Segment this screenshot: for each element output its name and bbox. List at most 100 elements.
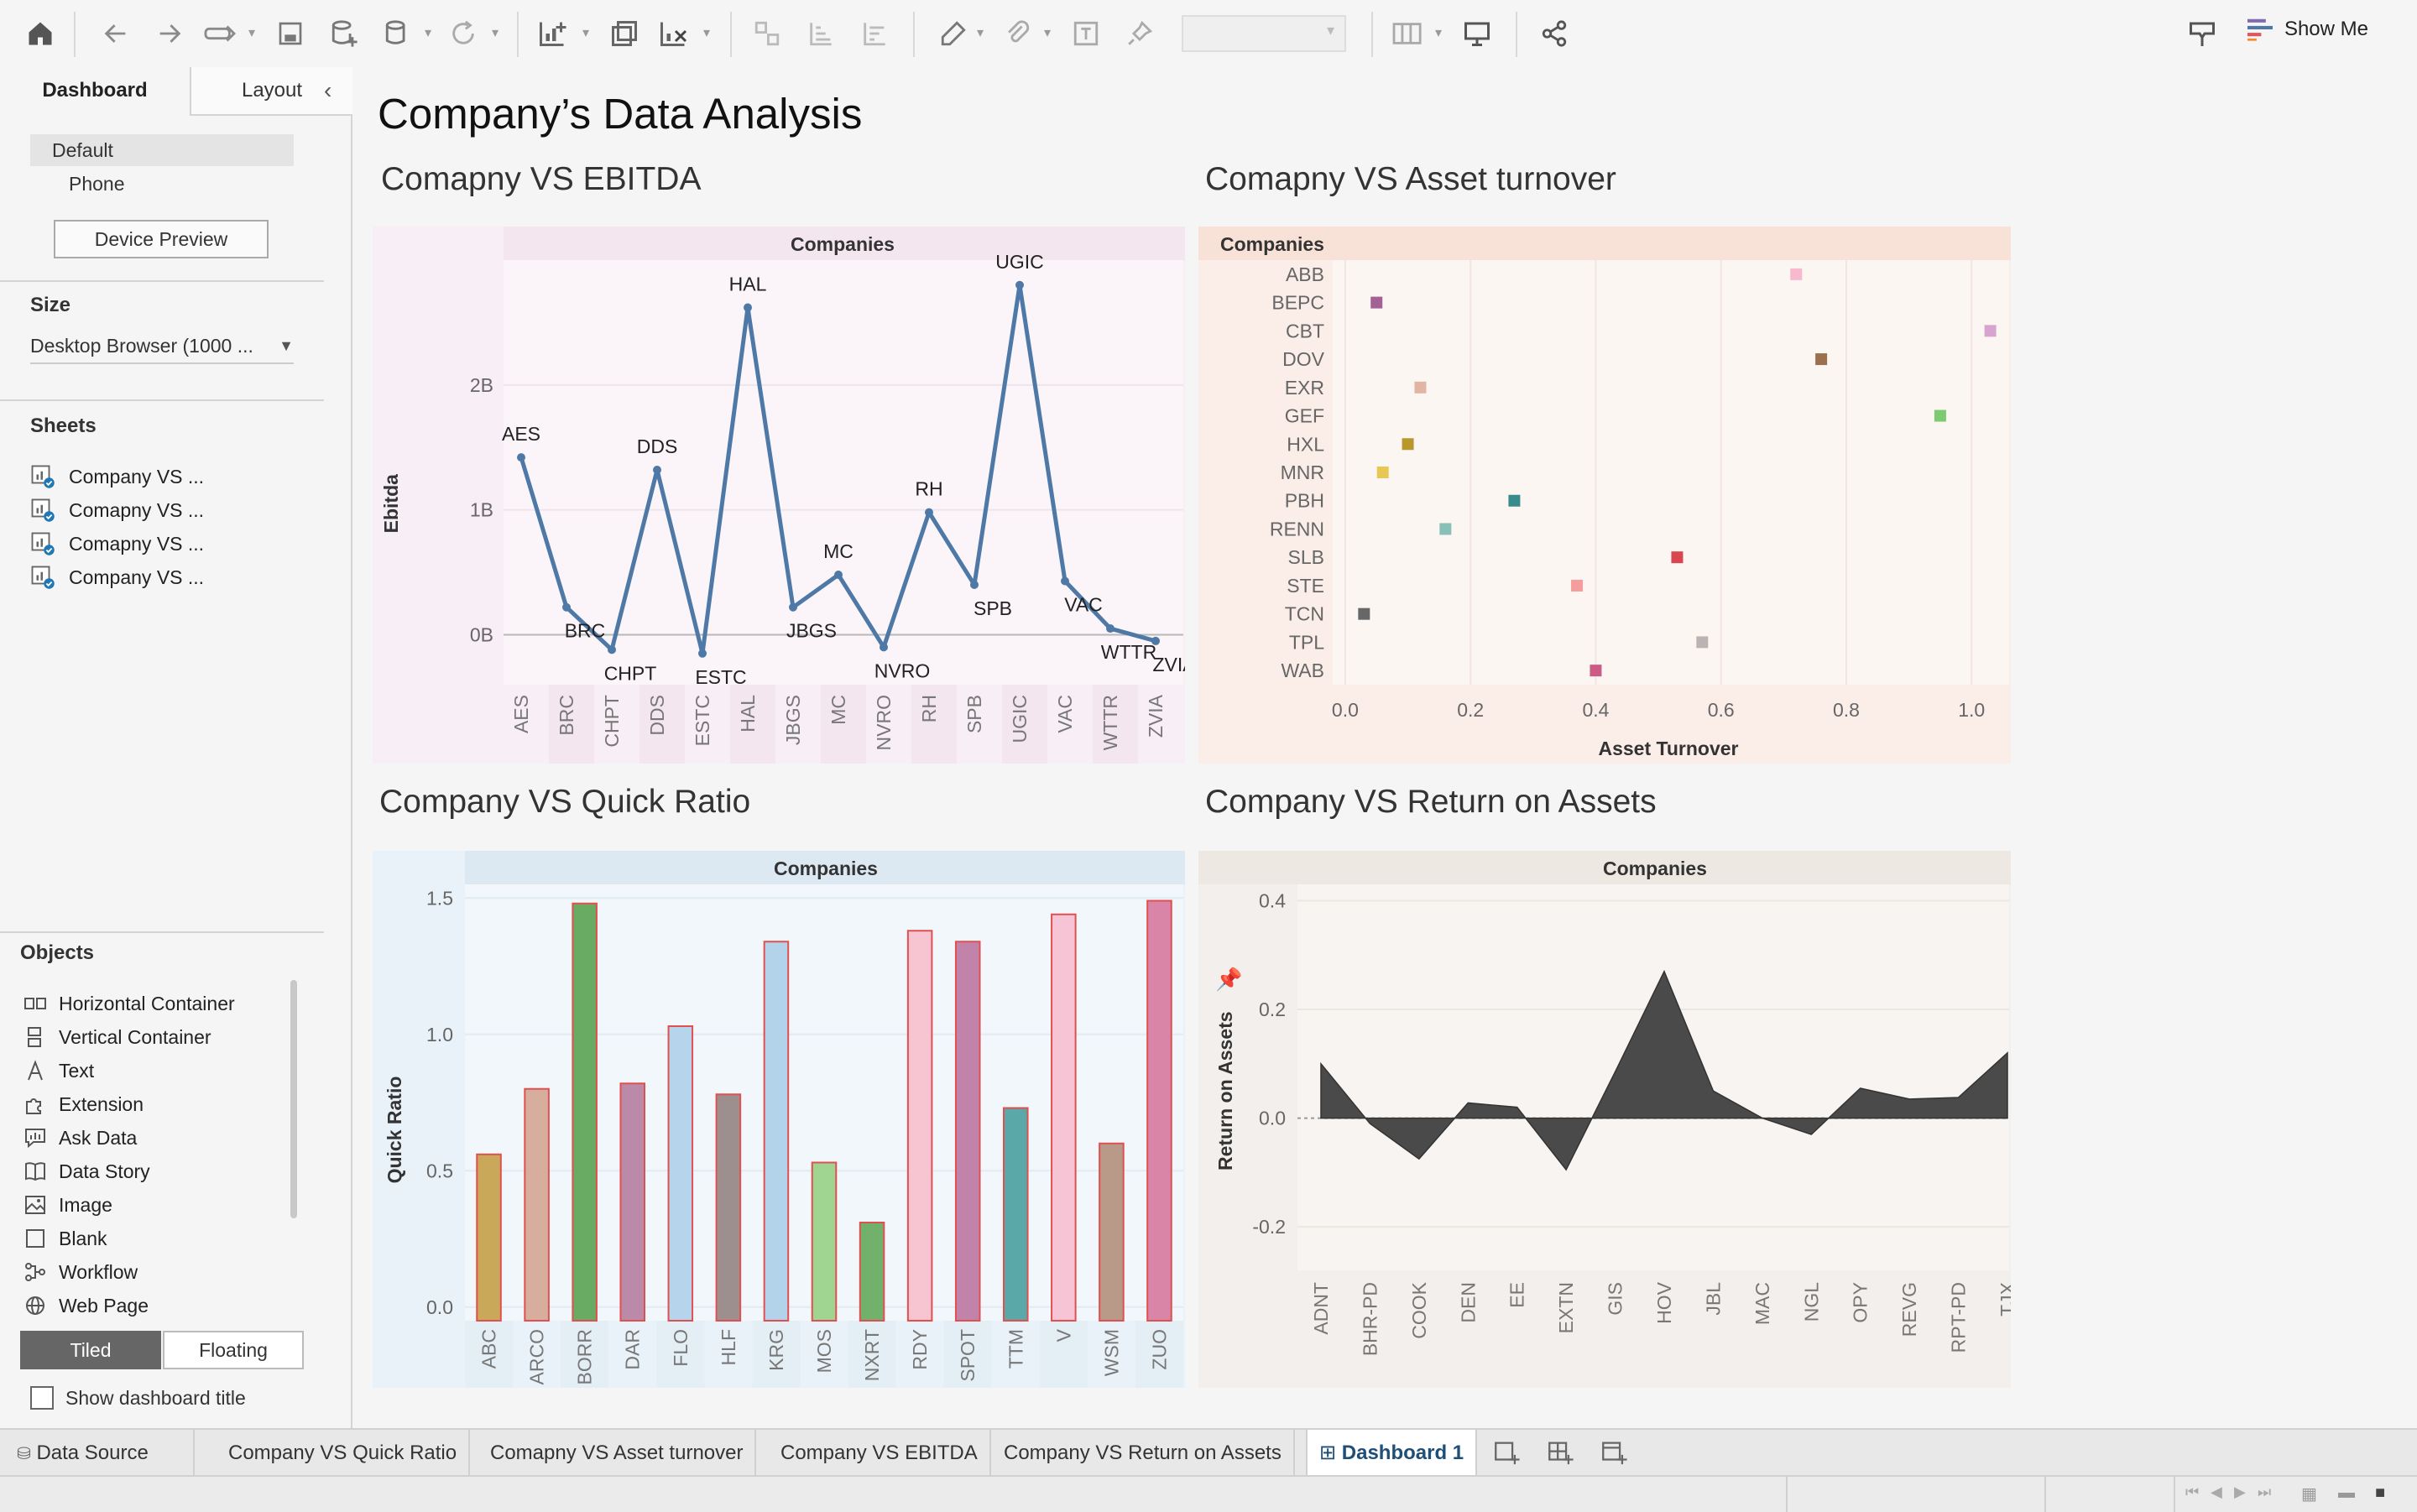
object-text[interactable]: Text	[23, 1056, 94, 1086]
forward-run-icon[interactable]	[201, 15, 238, 52]
collapse-sidebar-icon[interactable]: ‹	[324, 77, 331, 104]
tab-sheet[interactable]: Company VS Return on Assets	[992, 1430, 1295, 1477]
duplicate-sheet-icon[interactable]	[606, 15, 643, 52]
redo-icon[interactable]	[151, 15, 188, 52]
sheet-item[interactable]: Company VS ...	[30, 562, 204, 592]
tooltip-icon[interactable]	[2184, 15, 2221, 52]
tab-sheet[interactable]: Comapny VS Asset turnover	[478, 1430, 757, 1477]
chevron-down-icon[interactable]: ▾	[1435, 17, 1445, 50]
new-dashboard-tab-icon[interactable]	[1546, 1438, 1574, 1471]
x-tick-label: REVG	[1898, 1282, 1920, 1337]
tiled-button[interactable]: Tiled	[20, 1331, 161, 1369]
tab-data-source[interactable]: ⛁ Data Source	[5, 1430, 195, 1477]
pin-icon[interactable]	[1121, 15, 1158, 52]
x-tick-label: JBGS	[782, 695, 804, 745]
presentation-mode-icon[interactable]	[1459, 15, 1496, 52]
show-dashboard-title-checkbox[interactable]: Show dashboard title	[30, 1386, 246, 1410]
tab-sheet[interactable]: Company VS Quick Ratio	[217, 1430, 471, 1477]
data-label: DDS	[637, 435, 678, 457]
show-cards-icon[interactable]	[1390, 15, 1427, 52]
device-default[interactable]: Default	[30, 134, 294, 166]
divider	[0, 280, 324, 282]
new-worksheet-icon[interactable]	[534, 15, 571, 52]
ebitda-line-chart[interactable]: Companies 0B 1B 2B Ebitda AES BRC CHPT DDS ESTC HA…	[373, 227, 1185, 764]
save-icon[interactable]	[272, 15, 309, 52]
object-label: Text	[59, 1059, 95, 1082]
row-label: HXL	[1287, 433, 1324, 455]
share-icon[interactable]	[1536, 15, 1573, 52]
last-sheet-icon[interactable]: ⏭	[2258, 1483, 2271, 1501]
fit-dropdown[interactable]: ▾	[1182, 15, 1346, 52]
sheet-item[interactable]: Comapny VS ...	[30, 495, 204, 525]
first-sheet-icon[interactable]: ⏮	[2185, 1483, 2199, 1501]
object-ask-data[interactable]: Ask Data	[23, 1123, 137, 1153]
swap-rows-columns-icon[interactable]	[749, 15, 786, 52]
x-tick-label: KRG	[765, 1329, 787, 1371]
show-mark-labels-icon[interactable]	[1068, 15, 1104, 52]
tab-label: Company VS Quick Ratio	[228, 1442, 457, 1464]
data-label: CHPT	[604, 662, 657, 684]
tab-sheet[interactable]: Company VS EBITDA	[769, 1430, 991, 1477]
new-data-source-icon[interactable]	[326, 15, 363, 52]
object-image[interactable]: Image	[23, 1190, 112, 1220]
group-members-icon[interactable]	[999, 15, 1036, 52]
previous-sheet-icon[interactable]: ◀	[2211, 1483, 2222, 1501]
size-title: Size	[30, 294, 71, 316]
tab-label: Company VS Return on Assets	[1004, 1442, 1282, 1464]
chevron-down-icon[interactable]: ▾	[425, 17, 435, 50]
clear-sheet-icon[interactable]	[655, 15, 692, 52]
object-horizontal-container[interactable]: Horizontal Container	[23, 988, 235, 1019]
return-on-assets-area-chart[interactable]: Companies -0.2 0.0 0.2 0.4 Return on Assets 📌 A…	[1198, 851, 2011, 1388]
object-workflow[interactable]: Workflow	[23, 1257, 138, 1287]
row-label: SLB	[1288, 546, 1324, 568]
y-tick-label: 1.0	[426, 1024, 453, 1045]
object-blank[interactable]: Blank	[23, 1223, 107, 1254]
sort-descending-icon[interactable]	[856, 15, 893, 52]
object-web-page[interactable]: Web Page	[23, 1290, 149, 1321]
sheet-item[interactable]: Company VS ...	[30, 461, 204, 492]
new-story-tab-icon[interactable]	[1600, 1438, 1628, 1471]
chevron-down-icon[interactable]: ▾	[703, 17, 713, 50]
show-filmstrip-icon[interactable]: ▬	[2338, 1483, 2355, 1503]
next-sheet-icon[interactable]: ▶	[2234, 1483, 2246, 1501]
device-phone[interactable]: Phone	[69, 168, 125, 200]
data-point	[1106, 624, 1115, 633]
floating-button[interactable]: Floating	[163, 1331, 304, 1369]
x-tick-label: JBL	[1702, 1282, 1724, 1316]
chevron-down-icon[interactable]: ▾	[492, 17, 502, 50]
x-tick-label: FLO	[670, 1329, 692, 1367]
asset-turnover-scatter-chart[interactable]: Companies 0.0 0.2 0.4 0.6 0.8 1.0 Asset Turnove…	[1198, 227, 2011, 764]
row-label: GEF	[1285, 405, 1324, 427]
sheet-item[interactable]: Comapny VS ...	[30, 529, 204, 559]
row-label: MNR	[1281, 461, 1324, 483]
show-sheet-sorter-icon[interactable]: ▦	[2301, 1483, 2317, 1504]
data-label: BRC	[565, 620, 606, 642]
x-tick-label: DAR	[622, 1329, 644, 1370]
size-dropdown[interactable]: Desktop Browser (1000 ... ▼	[30, 329, 294, 364]
chevron-down-icon[interactable]: ▾	[977, 17, 987, 50]
show-me-button[interactable]: Show Me	[2246, 17, 2368, 42]
toolbar-separator	[730, 12, 732, 57]
undo-icon[interactable]	[97, 15, 134, 52]
tab-dashboard-1[interactable]: ⊞ Dashboard 1	[1306, 1430, 1478, 1477]
quick-ratio-bar-chart[interactable]: Companies 0.0 0.5 1.0 1.5 Quick Ratio ABC ARCO B…	[373, 851, 1185, 1388]
highlight-icon[interactable]	[935, 15, 972, 52]
new-worksheet-tab-icon[interactable]	[1492, 1438, 1521, 1471]
home-icon[interactable]	[22, 15, 59, 52]
chevron-down-icon[interactable]: ▾	[1044, 17, 1054, 50]
objects-scrollbar[interactable]	[290, 980, 297, 1218]
x-tick-label: RPT-PD	[1948, 1282, 1970, 1353]
chevron-down-icon[interactable]: ▾	[582, 17, 593, 50]
object-vertical-container[interactable]: Vertical Container	[23, 1022, 211, 1052]
plot-area	[504, 260, 1183, 685]
object-extension[interactable]: Extension	[23, 1089, 144, 1119]
show-tabs-icon[interactable]: ■	[2375, 1483, 2385, 1503]
object-data-story[interactable]: Data Story	[23, 1156, 150, 1186]
pause-data-updates-icon[interactable]	[379, 15, 416, 52]
sort-ascending-icon[interactable]	[802, 15, 839, 52]
tab-dashboard[interactable]: Dashboard	[0, 67, 190, 114]
data-point	[1790, 268, 1803, 280]
refresh-icon[interactable]	[445, 15, 482, 52]
chevron-down-icon[interactable]: ▾	[248, 17, 258, 50]
device-preview-button[interactable]: Device Preview	[54, 220, 269, 258]
